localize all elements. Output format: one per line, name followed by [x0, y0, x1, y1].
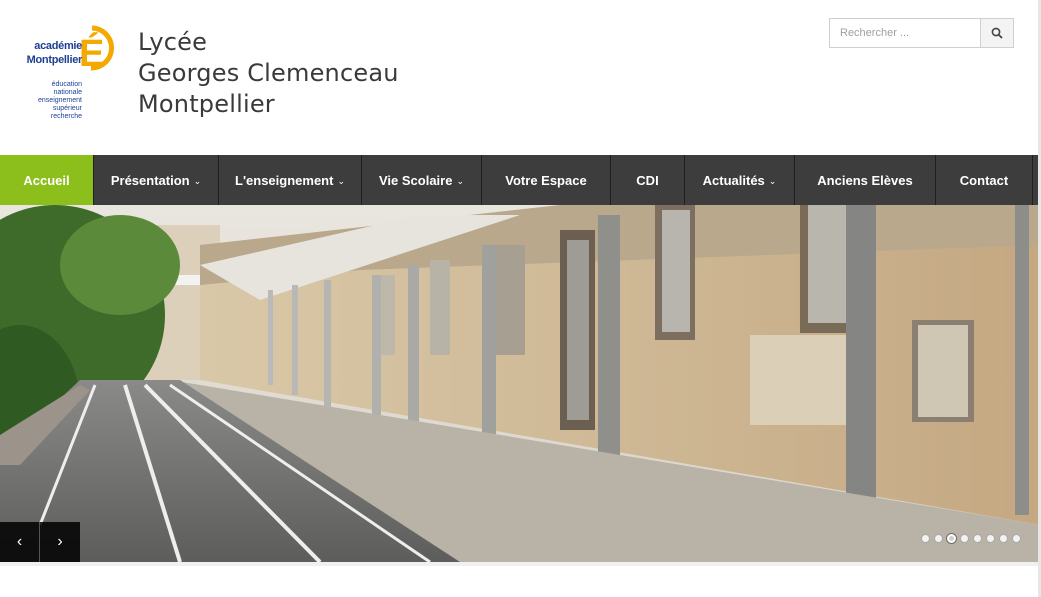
slider-next-button[interactable]: › [40, 522, 80, 562]
chevron-left-icon: ‹ [16, 533, 23, 550]
nav-item-label: Actualités [702, 172, 765, 188]
nav-item-cdi[interactable]: CDI [611, 155, 685, 205]
logo-sub-line: supérieur [52, 105, 82, 112]
nav-item-label: Contact [959, 172, 1009, 188]
nav-item-label: CDI [636, 172, 659, 188]
site-title-line: Montpellier [138, 90, 275, 118]
chevron-down-icon: ⌄ [193, 175, 202, 186]
logo-sub-line: enseignement [38, 97, 82, 104]
search-form [829, 18, 1014, 48]
site-title-line: Lycée [138, 28, 208, 56]
nav-item-accueil[interactable]: Accueil [0, 155, 94, 205]
svg-text:É: É [79, 31, 104, 75]
nav-item-label: Votre Espace [505, 172, 587, 188]
logo-line-academie: académie [34, 40, 82, 52]
search-input[interactable] [830, 19, 980, 47]
hero-slider: ‹ › [0, 205, 1041, 562]
nav-item-anciens-eleves[interactable]: Anciens Elèves [795, 155, 936, 205]
logo-sub-line: recherche [50, 113, 82, 120]
logo-sub-line: éducation [51, 81, 82, 88]
nav-item-enseignement[interactable]: L'enseignement ⌄ [219, 155, 362, 205]
site-title[interactable]: Lycée Georges Clemenceau Montpellier [138, 27, 399, 120]
slider-dot[interactable] [999, 534, 1008, 543]
academie-logo[interactable]: É académie Montpellier éducation nationa… [22, 20, 122, 128]
slider-dot[interactable] [934, 534, 943, 543]
chevron-down-icon: ⌄ [337, 175, 345, 186]
slider-prev-button[interactable]: ‹ [0, 522, 40, 562]
nav-item-label: Présentation [110, 172, 190, 188]
search-button[interactable] [980, 19, 1013, 47]
slider-dot[interactable] [947, 534, 956, 543]
nav-item-label: Anciens Elèves [817, 172, 913, 188]
slider-dot[interactable] [973, 534, 982, 543]
slider-dot[interactable] [960, 534, 969, 543]
slider-pagination [921, 534, 1021, 543]
chevron-down-icon: ⌄ [456, 175, 465, 186]
slide-image [0, 205, 1041, 562]
content-area [0, 562, 1041, 597]
slider-arrows: ‹ › [0, 522, 80, 562]
nav-item-votre-espace[interactable]: Votre Espace [482, 155, 611, 205]
slider-dot[interactable] [921, 534, 930, 543]
nav-item-actualites[interactable]: Actualités ⌄ [685, 155, 795, 205]
nav-item-contact[interactable]: Contact [936, 155, 1033, 205]
chevron-right-icon: › [57, 533, 63, 550]
search-icon [991, 27, 1003, 39]
logo-sub-line: nationale [53, 89, 82, 96]
slider-dot[interactable] [1012, 534, 1021, 543]
site-title-line: Georges Clemenceau [138, 59, 399, 87]
nav-item-vie-scolaire[interactable]: Vie Scolaire ⌄ [362, 155, 482, 205]
slider-dot[interactable] [986, 534, 995, 543]
nav-item-presentation[interactable]: Présentation ⌄ [94, 155, 219, 205]
site-header: É académie Montpellier éducation nationa… [0, 0, 1041, 155]
nav-item-label: L'enseignement [235, 172, 334, 188]
chevron-down-icon: ⌄ [768, 175, 777, 186]
main-nav: Accueil Présentation ⌄ L'enseignement ⌄ … [0, 155, 1041, 205]
nav-item-label: Vie Scolaire [378, 172, 453, 188]
nav-item-label: Accueil [23, 172, 70, 188]
logo-line-montpellier: Montpellier [26, 54, 83, 66]
